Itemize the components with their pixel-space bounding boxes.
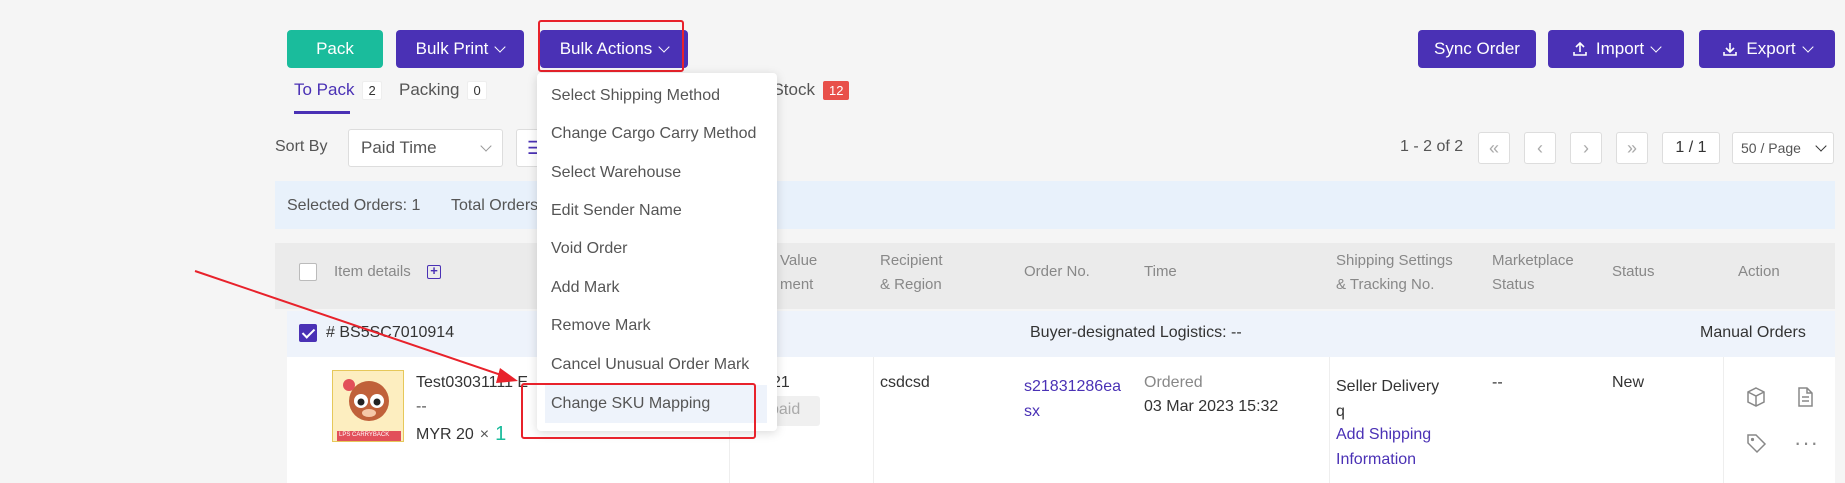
annotation-arrow (194, 270, 518, 383)
